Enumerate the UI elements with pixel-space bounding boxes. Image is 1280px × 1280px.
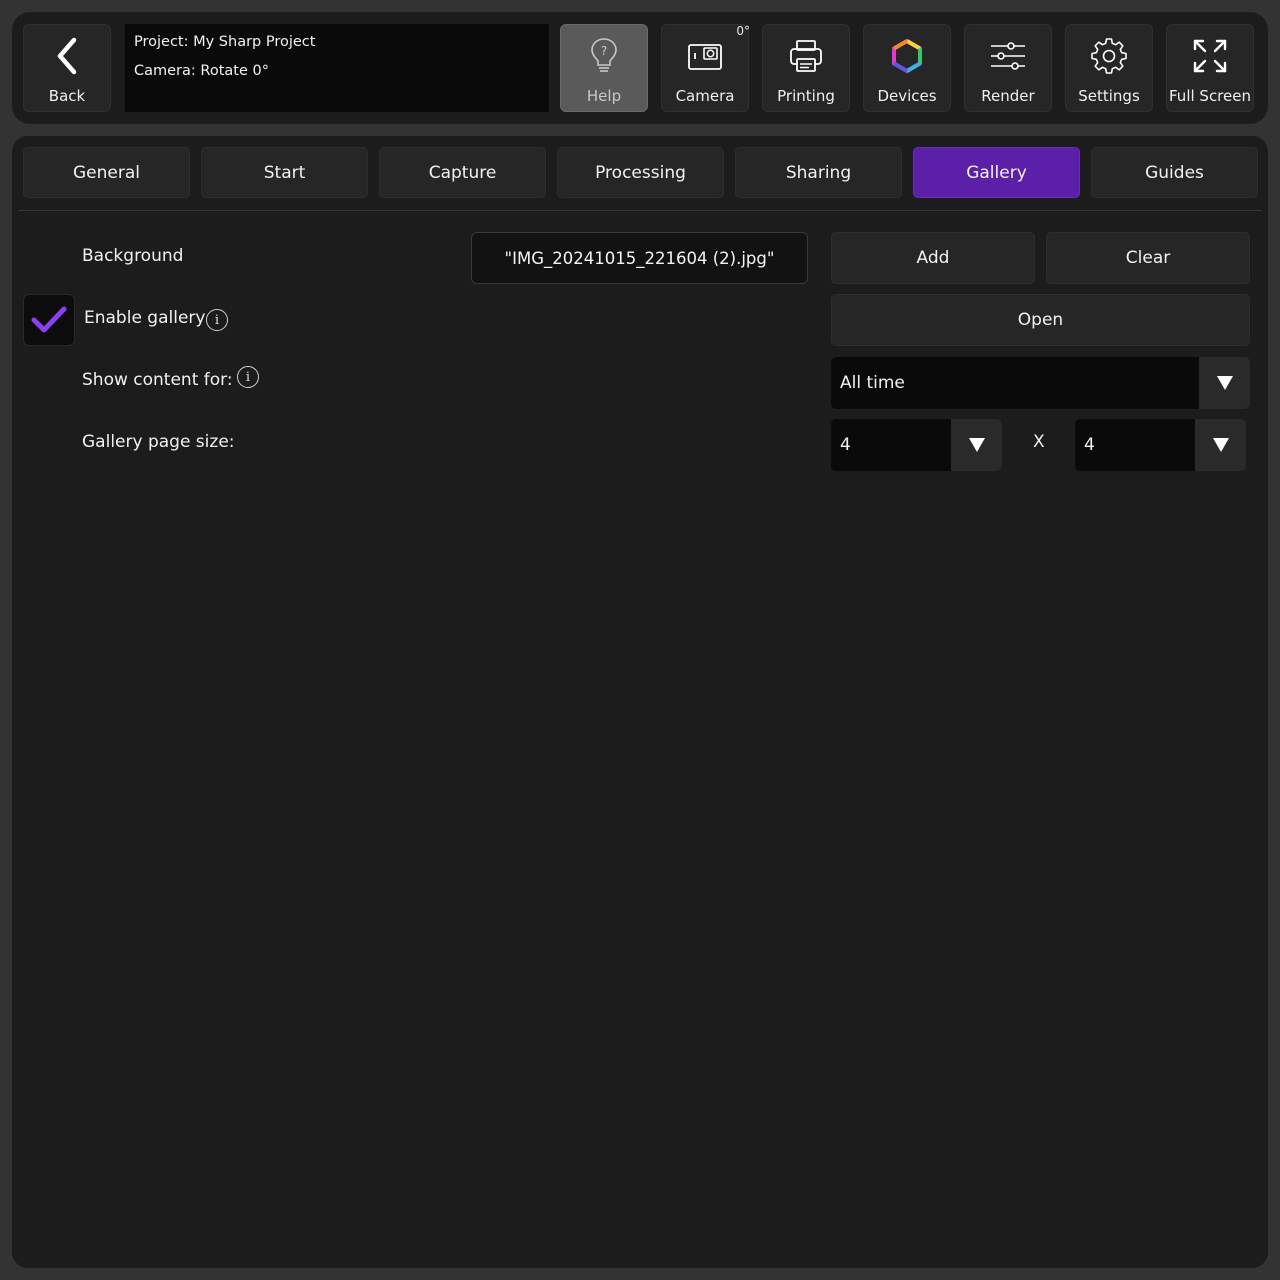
add-button[interactable]: Add [831, 232, 1035, 284]
lightbulb-icon: ? [589, 31, 619, 81]
tab-processing[interactable]: Processing [557, 147, 724, 198]
page-size-label: Gallery page size: [82, 432, 235, 452]
fullscreen-label: Full Screen [1169, 87, 1251, 105]
back-button[interactable]: Back [23, 24, 111, 112]
page-size-cols-value: 4 [840, 435, 851, 455]
tab-capture[interactable]: Capture [379, 147, 546, 198]
camera-icon [687, 31, 723, 81]
svg-text:?: ? [601, 44, 607, 58]
triangle-down-icon [1195, 419, 1246, 471]
top-toolbar: Back Project: My Sharp Project Camera: R… [12, 12, 1268, 124]
background-file-field[interactable]: "IMG_20241015_221604 (2).jpg" [471, 232, 808, 284]
background-label: Background [82, 246, 184, 266]
triangle-down-icon [1199, 357, 1250, 409]
camera-label: Camera [675, 87, 735, 105]
printing-label: Printing [777, 87, 835, 105]
project-info: Project: My Sharp Project Camera: Rotate… [125, 24, 549, 112]
enable-gallery-checkbox[interactable] [23, 294, 75, 346]
settings-panel: General Start Capture Processing Sharing… [12, 136, 1268, 1268]
printer-icon [788, 31, 824, 81]
rotation-badge: 0° [736, 24, 750, 38]
page-size-separator: X [1033, 432, 1045, 452]
devices-button[interactable]: Devices [863, 24, 951, 112]
tab-general[interactable]: General [23, 147, 190, 198]
devices-label: Devices [877, 87, 937, 105]
settings-label: Settings [1078, 87, 1140, 105]
expand-arrows-icon [1192, 31, 1228, 81]
back-label: Back [48, 87, 86, 105]
page-size-rows-select[interactable]: 4 [1075, 419, 1246, 471]
show-content-label: Show content for: [82, 370, 233, 390]
printing-button[interactable]: Printing [762, 24, 850, 112]
camera-button[interactable]: 0° Camera [661, 24, 750, 112]
enable-gallery-label: Enable gallery [84, 308, 206, 328]
page-size-cols-select[interactable]: 4 [831, 419, 1002, 471]
page-size-rows-value: 4 [1084, 435, 1095, 455]
triangle-down-icon [951, 419, 1002, 471]
tab-gallery[interactable]: Gallery [913, 147, 1080, 198]
show-content-value: All time [840, 373, 905, 393]
chevron-left-icon [52, 31, 82, 81]
tab-divider [18, 210, 1262, 211]
show-content-info-icon[interactable]: i [237, 366, 259, 388]
devices-hexagon-icon [889, 31, 925, 81]
fullscreen-button[interactable]: Full Screen [1166, 24, 1254, 112]
show-content-select[interactable]: All time [831, 357, 1250, 409]
checkmark-icon [31, 306, 67, 333]
camera-rotation: Camera: Rotate 0° [134, 63, 269, 79]
render-button[interactable]: Render [964, 24, 1052, 112]
settings-button[interactable]: Settings [1065, 24, 1153, 112]
help-button[interactable]: ? Help [560, 24, 648, 112]
gear-icon [1091, 31, 1127, 81]
tab-guides[interactable]: Guides [1091, 147, 1258, 198]
render-label: Render [981, 87, 1035, 105]
sliders-icon [989, 31, 1027, 81]
help-label: Help [586, 87, 622, 105]
clear-button[interactable]: Clear [1046, 232, 1250, 284]
open-button[interactable]: Open [831, 294, 1250, 346]
project-name: Project: My Sharp Project [134, 34, 316, 50]
tab-start[interactable]: Start [201, 147, 368, 198]
enable-gallery-info-icon[interactable]: i [206, 309, 228, 331]
tab-sharing[interactable]: Sharing [735, 147, 902, 198]
